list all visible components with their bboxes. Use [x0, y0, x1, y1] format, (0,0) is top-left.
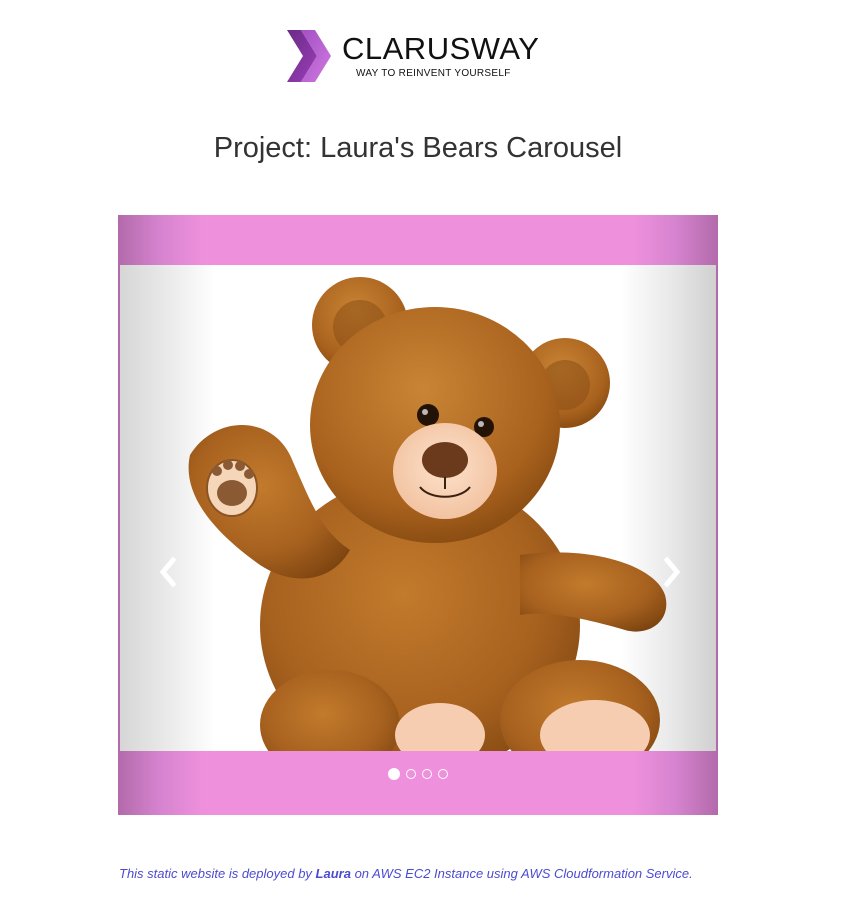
logo-name: CLARUSWAY: [342, 31, 540, 66]
footer-author: Laura: [315, 866, 351, 881]
bears-carousel: [118, 215, 718, 815]
carousel-indicator-3[interactable]: [422, 769, 432, 779]
carousel-indicators: [118, 768, 718, 780]
carousel-indicator-2[interactable]: [406, 769, 416, 779]
logo-tagline: WAY TO REINVENT YOURSELF: [356, 68, 511, 79]
page-title: Project: Laura's Bears Carousel: [213, 132, 623, 164]
clarusway-logo[interactable]: CLARUSWAY WAY TO REINVENT YOURSELF: [287, 28, 552, 84]
clarusway-chevron-icon: [287, 30, 331, 82]
carousel-indicator-4[interactable]: [438, 769, 448, 779]
footer-text-after: on AWS EC2 Instance using AWS Cloudforma…: [350, 866, 693, 881]
carousel-slide: [120, 265, 716, 751]
carousel-next-button[interactable]: [659, 555, 685, 589]
page: CLARUSWAY WAY TO REINVENT YOURSELF Proje…: [0, 0, 847, 917]
chevron-right-icon: [663, 556, 681, 588]
carousel-prev-button[interactable]: [155, 555, 181, 589]
footer-text-before: This static website is deployed by: [119, 866, 316, 881]
carousel-indicator-1[interactable]: [388, 768, 400, 780]
chevron-left-icon: [159, 556, 177, 588]
teddy-bear-image: [188, 277, 667, 751]
deployment-footer: This static website is deployed by Laura…: [119, 864, 719, 884]
